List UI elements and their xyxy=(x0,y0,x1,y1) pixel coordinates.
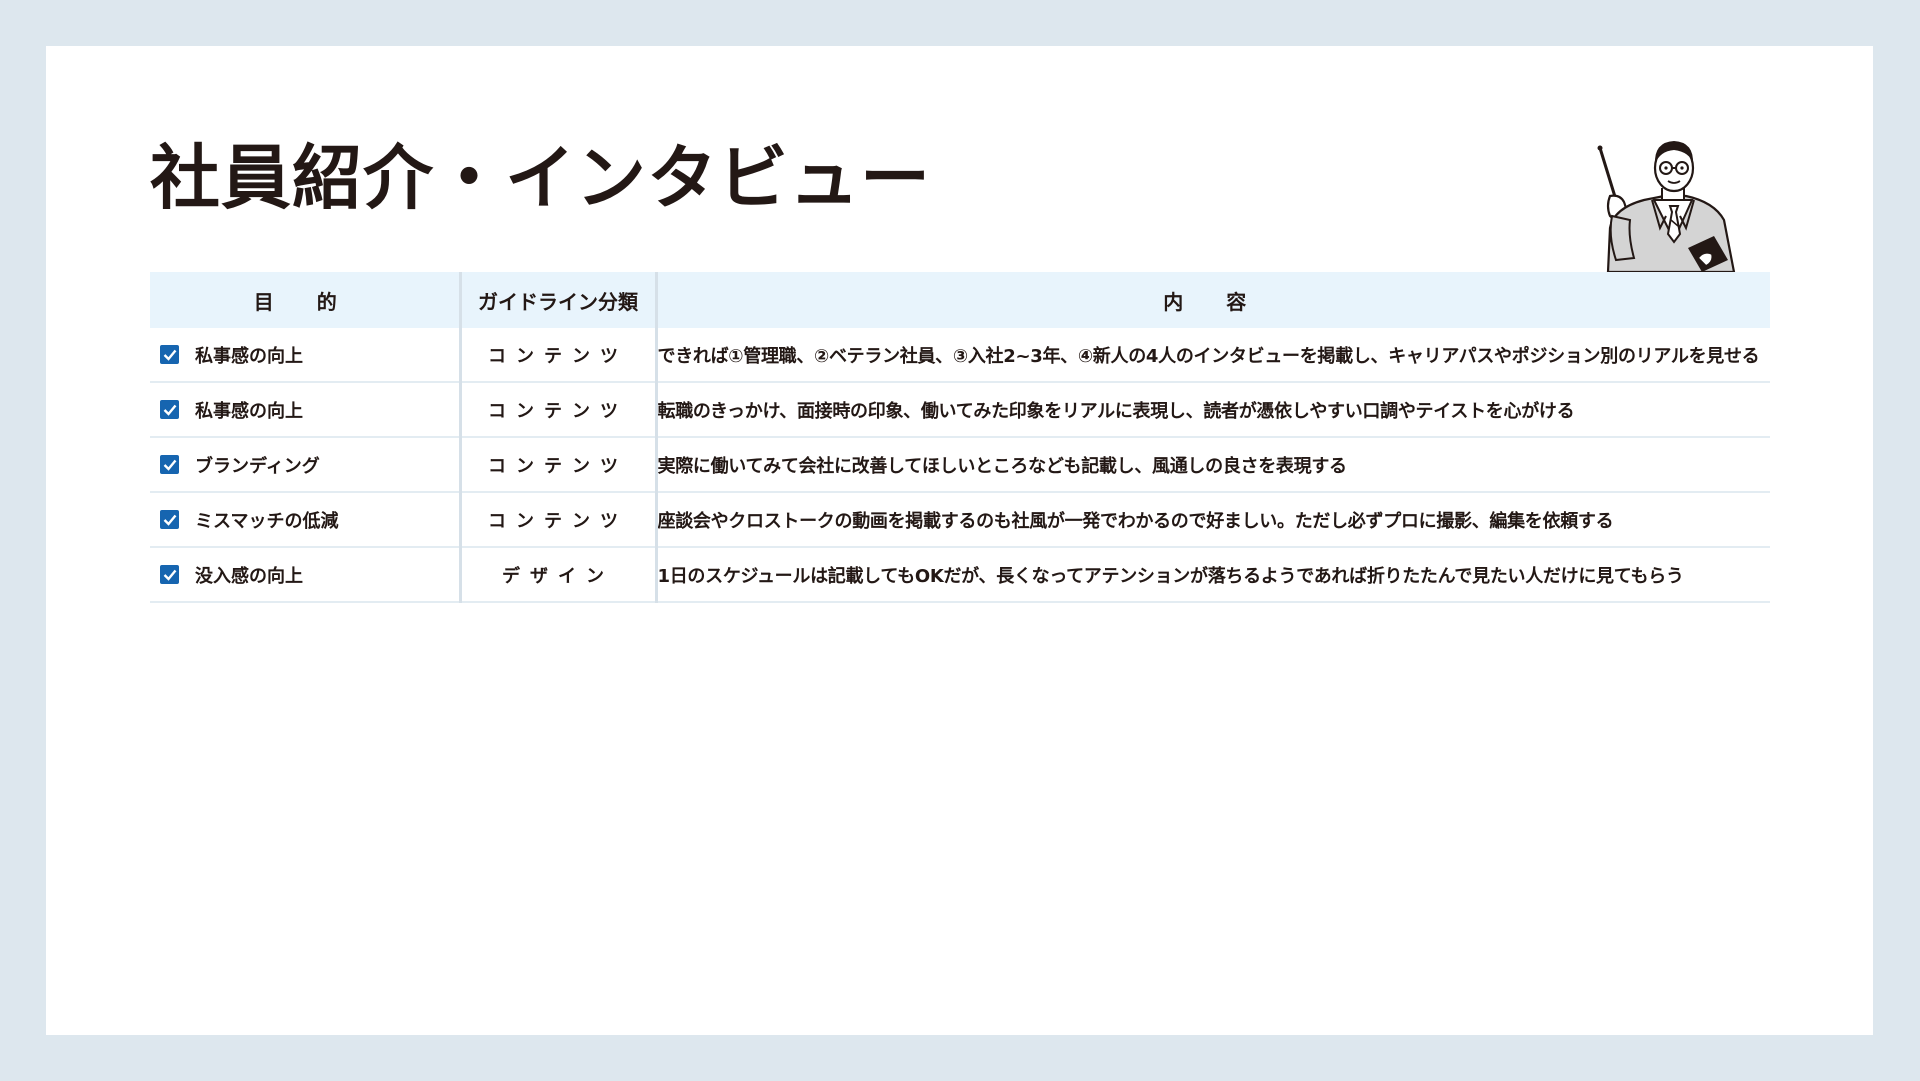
table-row: ブランディング コンテンツ 実際に働いてみて会社に改善してほしいところなども記載… xyxy=(150,437,1770,493)
content-text: 転職のきっかけ、面接時の印象、働いてみた印象をリアルに表現し、読者が憑依しやすい… xyxy=(656,382,1770,438)
page-title: 社員紹介・インタビュー xyxy=(150,137,931,219)
table-row: 私事感の向上 コンテンツ できれば①管理職、②ベテラン社員、③入社2~3年、④新… xyxy=(150,328,1770,383)
checkbox-checked-icon[interactable] xyxy=(160,455,179,474)
header-purpose: 目 的 xyxy=(150,272,462,328)
guideline-label: コンテンツ xyxy=(460,437,658,493)
table-header-row: 目 的 ガイドライン分類 内 容 xyxy=(150,272,1770,328)
guideline-label: コンテンツ xyxy=(460,382,658,438)
guideline-label: コンテンツ xyxy=(460,492,658,548)
table-row: 私事感の向上 コンテンツ 転職のきっかけ、面接時の印象、働いてみた印象をリアルに… xyxy=(150,382,1770,438)
header-guideline: ガイドライン分類 xyxy=(460,272,658,328)
purpose-label: 私事感の向上 xyxy=(195,345,303,367)
checkbox-checked-icon[interactable] xyxy=(160,565,179,584)
purpose-label: ミスマッチの低減 xyxy=(195,510,339,532)
guideline-table: 目 的 ガイドライン分類 内 容 私事感の向上 コンテンツ できれば①管理職、②… xyxy=(150,272,1770,603)
table-row: 没入感の向上 デザイン 1日のスケジュールは記載してもOKだが、長くなってアテン… xyxy=(150,547,1770,603)
checkbox-checked-icon[interactable] xyxy=(160,400,179,419)
purpose-label: ブランディング xyxy=(195,455,320,477)
content-text: できれば①管理職、②ベテラン社員、③入社2~3年、④新人の4人のインタビューを掲… xyxy=(656,328,1770,383)
table-row: ミスマッチの低減 コンテンツ 座談会やクロストークの動画を掲載するのも社風が一発… xyxy=(150,492,1770,548)
purpose-label: 没入感の向上 xyxy=(195,565,303,587)
content-text: 実際に働いてみて会社に改善してほしいところなども記載し、風通しの良さを表現する xyxy=(656,437,1770,493)
guideline-label: コンテンツ xyxy=(460,328,658,383)
purpose-label: 私事感の向上 xyxy=(195,400,303,422)
checkbox-checked-icon[interactable] xyxy=(160,510,179,529)
teacher-with-pointer-illustration xyxy=(1597,141,1736,272)
guideline-label: デザイン xyxy=(460,547,658,603)
header-content: 内 容 xyxy=(656,272,1770,328)
content-text: 座談会やクロストークの動画を掲載するのも社風が一発でわかるので好ましい。ただし必… xyxy=(656,492,1770,548)
checkbox-checked-icon[interactable] xyxy=(160,345,179,364)
content-text: 1日のスケジュールは記載してもOKだが、長くなってアテンションが落ちるようであれ… xyxy=(656,547,1770,603)
slide: 社員紹介・インタビュー 目 的 ガイドライン分類 内 容 私事感の向上 コンテン… xyxy=(46,46,1873,1035)
